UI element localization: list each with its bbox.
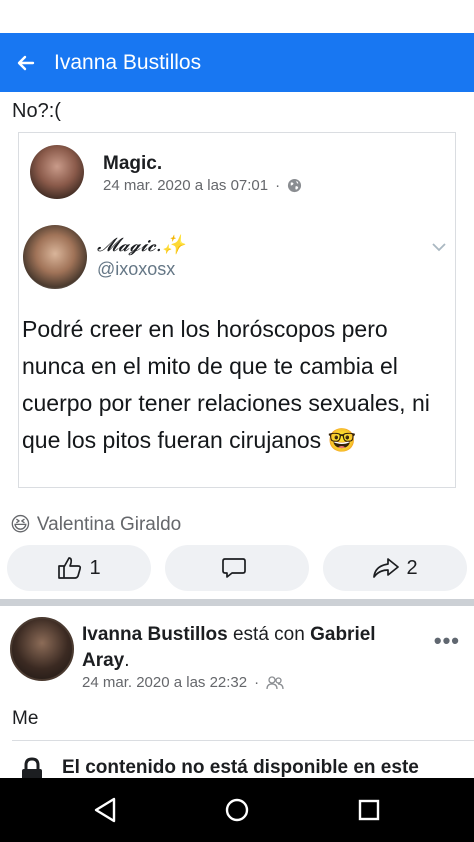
page-title: Ivanna Bustillos	[54, 50, 202, 74]
shared-post-card[interactable]: Magic. 24 mar. 2020 a las 07:01 · 𝓜𝓪𝓰𝓲𝓬.…	[18, 132, 456, 488]
reactions-names: Valentina Giraldo	[36, 513, 182, 535]
like-button[interactable]: 1	[7, 545, 151, 591]
chevron-down-icon[interactable]	[431, 239, 447, 257]
status-bar	[0, 0, 474, 33]
post-text: Me	[12, 708, 39, 729]
author-suffix: .	[124, 650, 130, 671]
tweet-display-name: 𝓜𝓪𝓰𝓲𝓬.✨	[97, 234, 186, 256]
back-button[interactable]	[0, 33, 52, 92]
post-meta: 24 mar. 2020 a las 22:32 ·	[82, 674, 284, 691]
shared-post-meta: 24 mar. 2020 a las 07:01 ·	[103, 177, 302, 194]
shared-post-timestamp[interactable]: 24 mar. 2020 a las 07:01	[103, 177, 268, 194]
app-header: Ivanna Bustillos	[0, 33, 474, 92]
avatar[interactable]	[10, 617, 74, 681]
nav-home-icon[interactable]	[221, 794, 253, 826]
post-separator	[0, 599, 474, 606]
friends-icon	[266, 675, 284, 689]
shared-post-header: Magic. 24 mar. 2020 a las 07:01 ·	[19, 133, 455, 219]
comment-button[interactable]	[165, 545, 309, 591]
more-options-icon[interactable]: •••	[434, 628, 460, 654]
thumbs-up-icon	[58, 557, 82, 579]
system-nav-bar	[0, 778, 474, 842]
share-count: 2	[406, 556, 418, 579]
haha-reaction-icon: 😆	[10, 514, 31, 536]
dot-separator: ·	[254, 674, 260, 691]
divider	[12, 740, 474, 741]
action-row: 1 2	[0, 545, 474, 593]
post-author-line: Ivanna Bustillos está con Gabriel Aray.	[82, 622, 422, 674]
shared-post-author[interactable]: Magic.	[103, 153, 162, 175]
share-button[interactable]: 2	[323, 545, 467, 591]
nav-recents-icon[interactable]	[353, 794, 385, 826]
tweet-text: Podré creer en los horóscopos pero nunca…	[22, 316, 430, 453]
unavailable-text: El contenido no está disponible en este	[62, 757, 419, 778]
avatar[interactable]	[30, 145, 84, 199]
nav-back-icon[interactable]	[89, 794, 121, 826]
with-text: está con	[227, 624, 311, 645]
reactions-summary[interactable]: 😆 Valentina Giraldo	[10, 512, 181, 537]
avatar	[23, 225, 87, 289]
globe-icon	[288, 178, 302, 193]
post-text: No?:(	[12, 100, 61, 122]
back-arrow-icon	[17, 55, 35, 70]
dot-separator: ·	[275, 177, 281, 194]
tweet-handle: @ixoxosx	[97, 259, 176, 279]
post-author[interactable]: Ivanna Bustillos	[82, 624, 228, 645]
post-timestamp[interactable]: 24 mar. 2020 a las 22:32	[82, 674, 247, 691]
embedded-tweet: 𝓜𝓪𝓰𝓲𝓬.✨ @ixoxosx Podré creer en los horó…	[19, 221, 455, 489]
comment-icon	[222, 558, 246, 578]
share-icon	[373, 558, 400, 578]
like-count: 1	[89, 556, 101, 579]
